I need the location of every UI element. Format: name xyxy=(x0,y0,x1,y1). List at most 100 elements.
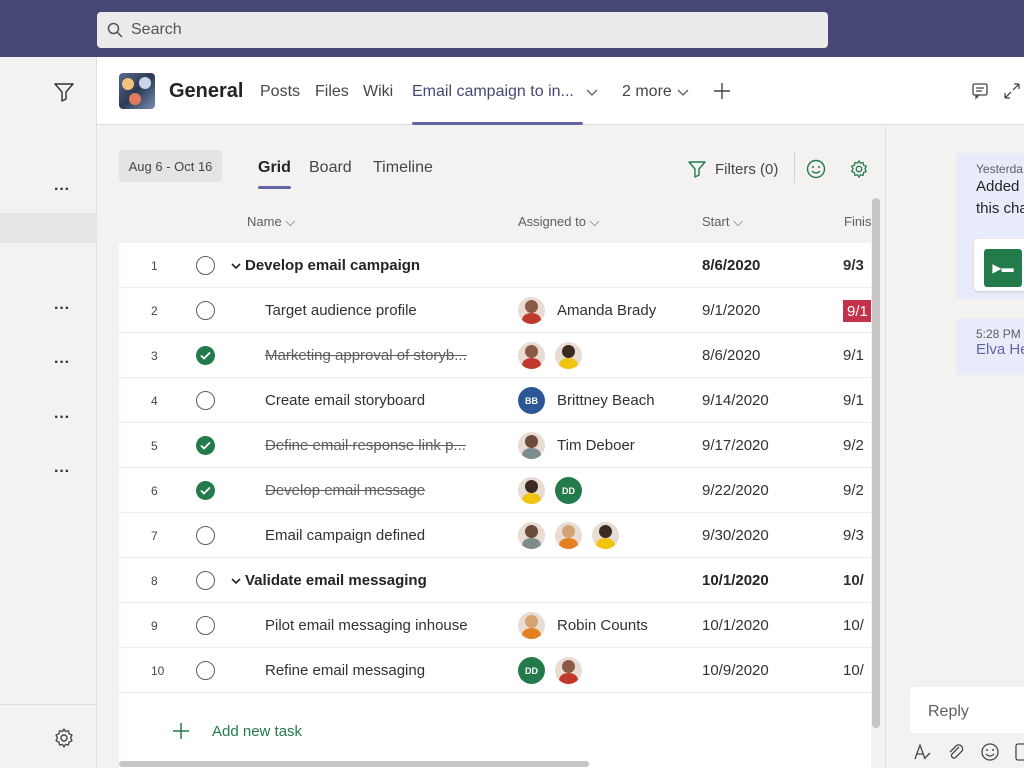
start-date[interactable]: 10/1/2020 xyxy=(702,558,769,603)
task-row[interactable]: 3 Marketing approval of storyb... 8/6/2020… xyxy=(119,333,871,378)
task-name-cell[interactable]: Develop email message xyxy=(265,468,425,513)
expand-icon[interactable] xyxy=(1003,82,1021,100)
task-row[interactable]: 5 Define email response link p... Tim Debo… xyxy=(119,423,871,468)
task-checkbox[interactable] xyxy=(196,288,216,333)
view-tab-grid[interactable]: Grid xyxy=(258,159,291,177)
finish-date[interactable]: 9/1 xyxy=(843,333,871,378)
task-row[interactable]: 9 Pilot email messaging inhouse Robin Coun… xyxy=(119,603,871,648)
task-name-cell[interactable]: Validate email messaging xyxy=(231,558,427,603)
tab-email-campaign[interactable]: Email campaign to in... xyxy=(412,83,574,101)
chevron-down-icon[interactable] xyxy=(586,89,598,97)
task-checkbox[interactable] xyxy=(196,243,216,288)
finish-date[interactable]: 9/1 xyxy=(843,300,871,322)
assignees-cell[interactable]: Tim Deboer xyxy=(518,423,635,468)
smiley-icon[interactable] xyxy=(806,159,826,179)
column-header-name[interactable]: Name ⌵ xyxy=(247,214,295,230)
task-checkbox[interactable] xyxy=(196,423,216,468)
add-task-button[interactable]: Add new task xyxy=(172,722,302,740)
task-name-cell[interactable]: Marketing approval of storyb... xyxy=(265,333,467,378)
assignees-cell[interactable]: DD xyxy=(518,468,582,513)
sticker-icon[interactable] xyxy=(1014,742,1024,762)
finish-date[interactable]: 9/3 xyxy=(843,513,871,558)
column-header-assigned[interactable]: Assigned to ⌵ xyxy=(518,214,599,230)
task-row[interactable]: 4 Create email storyboard BB Brittney Beach… xyxy=(119,378,871,423)
task-group-row[interactable]: 1 Develop email campaign 8/6/2020 9/3 xyxy=(119,243,871,288)
task-row[interactable]: 2 Target audience profile Amanda Brady 9/1/… xyxy=(119,288,871,333)
start-date[interactable]: 9/1/2020 xyxy=(702,288,760,333)
selected-channel-row[interactable] xyxy=(0,213,97,243)
more-icon[interactable]: ··· xyxy=(54,182,70,198)
reply-box[interactable]: Reply xyxy=(910,687,1024,733)
assignees-cell[interactable]: DD xyxy=(518,648,582,693)
start-date[interactable]: 9/17/2020 xyxy=(702,423,769,468)
task-row[interactable]: 6 Develop email message DD 9/22/2020 9/2 xyxy=(119,468,871,513)
finish-date[interactable]: 10/ xyxy=(843,648,871,693)
conversation-icon[interactable] xyxy=(971,82,989,100)
chevron-down-icon[interactable] xyxy=(231,572,241,589)
start-date[interactable]: 10/9/2020 xyxy=(702,648,769,693)
tab-posts[interactable]: Posts xyxy=(260,83,300,101)
task-name-cell[interactable]: Pilot email messaging inhouse xyxy=(265,603,468,648)
more-icon[interactable]: ··· xyxy=(54,410,70,426)
task-name-cell[interactable]: Define email response link p... xyxy=(265,423,466,468)
assignees-cell[interactable]: Amanda Brady xyxy=(518,288,656,333)
column-header-finish[interactable]: Finis xyxy=(844,214,871,229)
assignees-cell[interactable]: Robin Counts xyxy=(518,603,648,648)
task-row[interactable]: 7 Email campaign defined 9/30/2020 9/3 xyxy=(119,513,871,558)
task-checkbox[interactable] xyxy=(196,333,216,378)
date-range[interactable]: Aug 6 - Oct 16 xyxy=(119,150,222,182)
view-tab-board[interactable]: Board xyxy=(309,159,352,177)
gear-icon[interactable] xyxy=(53,727,75,754)
start-date[interactable]: 8/6/2020 xyxy=(702,333,760,378)
start-date[interactable]: 9/30/2020 xyxy=(702,513,769,558)
message-author-link[interactable]: Elva He xyxy=(976,341,1024,358)
tab-more[interactable]: 2 more xyxy=(622,83,672,101)
task-group-row[interactable]: 8 Validate email messaging 10/1/2020 10/ xyxy=(119,558,871,603)
more-icon[interactable]: ··· xyxy=(54,464,70,480)
more-icon[interactable]: ··· xyxy=(54,301,70,317)
task-checkbox[interactable] xyxy=(196,468,216,513)
task-checkbox[interactable] xyxy=(196,648,216,693)
finish-date[interactable]: 10/ xyxy=(843,558,871,603)
task-checkbox[interactable] xyxy=(196,603,216,648)
column-header-start[interactable]: Start ⌵ xyxy=(702,214,743,230)
task-checkbox[interactable] xyxy=(196,558,216,603)
format-icon[interactable] xyxy=(912,742,932,762)
assignees-cell[interactable] xyxy=(518,513,619,558)
task-name-cell[interactable]: Develop email campaign xyxy=(231,243,420,288)
chevron-down-icon[interactable] xyxy=(677,89,689,97)
filters-button[interactable]: Filters (0) xyxy=(687,159,778,179)
attach-icon[interactable] xyxy=(946,742,966,762)
filter-icon[interactable] xyxy=(53,81,75,108)
assignees-cell[interactable] xyxy=(518,333,582,378)
search-box[interactable]: Search xyxy=(97,12,828,48)
task-name-cell[interactable]: Email campaign defined xyxy=(265,513,425,558)
chevron-down-icon[interactable] xyxy=(231,257,241,274)
start-date[interactable]: 9/14/2020 xyxy=(702,378,769,423)
start-date[interactable]: 8/6/2020 xyxy=(702,243,760,288)
finish-date[interactable]: 10/ xyxy=(843,603,871,648)
task-name-cell[interactable]: Refine email messaging xyxy=(265,648,425,693)
gear-icon[interactable] xyxy=(849,159,869,179)
emoji-icon[interactable] xyxy=(980,742,1000,762)
task-checkbox[interactable] xyxy=(196,378,216,423)
start-date[interactable]: 9/22/2020 xyxy=(702,468,769,513)
horizontal-scrollbar[interactable] xyxy=(119,761,589,767)
start-date[interactable]: 10/1/2020 xyxy=(702,603,769,648)
tab-files[interactable]: Files xyxy=(315,83,349,101)
assignees-cell[interactable]: BB Brittney Beach xyxy=(518,378,655,423)
vertical-scrollbar[interactable] xyxy=(872,198,880,728)
more-icon[interactable]: ··· xyxy=(54,355,70,371)
plus-icon[interactable] xyxy=(712,81,732,101)
task-name-cell[interactable]: Create email storyboard xyxy=(265,378,425,423)
view-tab-timeline[interactable]: Timeline xyxy=(373,159,433,177)
finish-date[interactable]: 9/3 xyxy=(843,243,871,288)
task-row[interactable]: 10 Refine email messaging DD 10/9/2020 10/ xyxy=(119,648,871,693)
finish-date[interactable]: 9/2 xyxy=(843,423,871,468)
finish-date[interactable]: 9/2 xyxy=(843,468,871,513)
task-checkbox[interactable] xyxy=(196,513,216,558)
tab-wiki[interactable]: Wiki xyxy=(363,83,393,101)
task-name-cell[interactable]: Target audience profile xyxy=(265,288,417,333)
finish-date[interactable]: 9/1 xyxy=(843,378,871,423)
attachment-card[interactable]: ▶▬ xyxy=(974,239,1024,291)
